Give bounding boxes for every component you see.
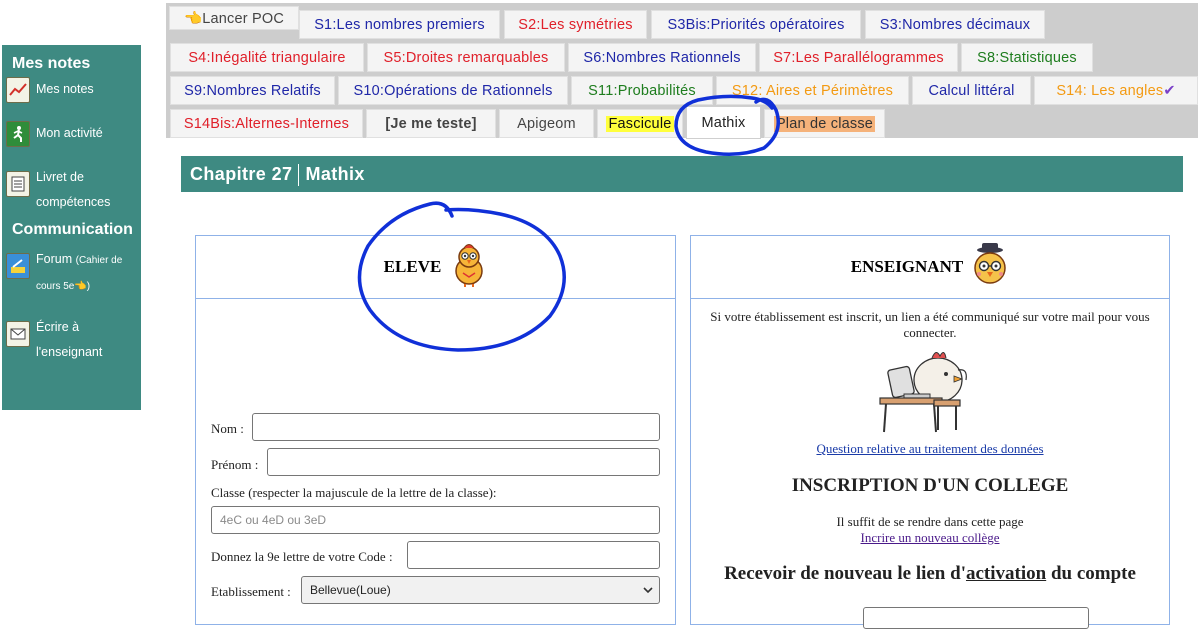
code-input[interactable] bbox=[407, 541, 660, 569]
tab-s4[interactable]: S4:Inégalité triangulaire bbox=[170, 43, 364, 72]
tab-s14[interactable]: S14: Les angles✔ bbox=[1034, 76, 1198, 105]
classe-input[interactable]: 4eC ou 4eD ou 3eD bbox=[211, 506, 660, 534]
tab-s3[interactable]: S3:Nombres décimaux bbox=[865, 10, 1045, 39]
tab-lancer-poc[interactable]: 👈Lancer POC bbox=[169, 6, 299, 30]
enseignant-panel: ENSEIGNANT Si votre établissement est in… bbox=[690, 235, 1170, 629]
eleve-header: ELEVE bbox=[196, 236, 675, 299]
tab-je-me-teste[interactable]: [Je me teste] bbox=[366, 109, 496, 138]
enseignant-title: ENSEIGNANT bbox=[850, 257, 964, 276]
nom-input[interactable] bbox=[252, 413, 660, 441]
tab-s7[interactable]: S7:Les Parallélogrammes bbox=[759, 43, 958, 72]
sidebar-item-label: Mon activité bbox=[36, 126, 103, 140]
sidebar-item-livret[interactable]: Livret de compétences bbox=[2, 165, 141, 215]
tab-s9[interactable]: S9:Nombres Relatifs bbox=[170, 76, 335, 105]
sidebar-item-label-line2: compétences bbox=[36, 195, 111, 209]
chapter-header: Chapitre 27 Mathix bbox=[181, 156, 1183, 192]
tab-s12[interactable]: S12: Aires et Périmètres bbox=[716, 76, 909, 105]
recevoir-activation: activation bbox=[965, 563, 1047, 584]
tab-s14bis[interactable]: S14Bis:Alternes-Internes bbox=[170, 109, 363, 138]
sidebar-item-label: Mes notes bbox=[36, 82, 94, 96]
sidebar-item-label-line1: Écrire à bbox=[36, 320, 80, 334]
chapter-name: Mathix bbox=[305, 164, 365, 184]
sidebar-item-ecrire[interactable]: Écrire à l'enseignant bbox=[2, 315, 141, 365]
enseignant-header: ENSEIGNANT bbox=[691, 236, 1169, 299]
prenom-input[interactable] bbox=[267, 448, 660, 476]
sidebar-item-forum[interactable]: Forum (Cahier de cours 5e👈) bbox=[2, 247, 141, 299]
eleve-title: ELEVE bbox=[383, 257, 442, 276]
chevron-down-icon bbox=[643, 577, 653, 603]
check-icon: ✔ bbox=[1163, 83, 1176, 99]
nom-label: Nom : bbox=[211, 421, 244, 436]
tab-s10[interactable]: S10:Opérations de Rationnels bbox=[338, 76, 568, 105]
tab-s8[interactable]: S8:Statistiques bbox=[961, 43, 1093, 72]
chart-icon bbox=[6, 77, 30, 103]
sidebar-item-mon-activite[interactable]: Mon activité bbox=[2, 121, 141, 147]
enseignant-intro-line1: Si votre établissement est inscrit, un l… bbox=[710, 309, 1150, 324]
booklet-icon bbox=[6, 171, 30, 197]
code-label: Donnez la 9e lettre de votre Code : bbox=[211, 549, 393, 564]
sidebar-section-mes-notes: Mes notes bbox=[12, 55, 91, 72]
tab-plan-de-classe[interactable]: Plan de classe bbox=[764, 109, 885, 138]
forum-extra-2: cours 5e👈) bbox=[36, 281, 91, 292]
forum-extra-1: (Cahier de bbox=[75, 255, 123, 266]
prenom-label: Prénom : bbox=[211, 457, 259, 472]
tab-apigeom[interactable]: Apigeom bbox=[499, 109, 594, 138]
tab-mathix[interactable]: Mathix bbox=[686, 106, 761, 139]
link-incrire-college[interactable]: Incrire un nouveau collège bbox=[861, 530, 1000, 545]
sidebar: Mes notes Mes notes Mon activité Livret … bbox=[2, 45, 141, 410]
tab-s5[interactable]: S5:Droites remarquables bbox=[367, 43, 565, 72]
suffit-text: Il suffit de se rendre dans cette page bbox=[836, 514, 1024, 529]
tab-calcul-litteral[interactable]: Calcul littéral bbox=[912, 76, 1031, 105]
classe-label: Classe (respecter la majuscule de la let… bbox=[211, 485, 497, 500]
inscription-title: INSCRIPTION D'UN COLLEGE bbox=[791, 475, 1069, 496]
chapter-number: Chapitre 27 bbox=[190, 164, 293, 184]
tab-s1[interactable]: S1:Les nombres premiers bbox=[299, 10, 500, 39]
sidebar-item-mes-notes[interactable]: Mes notes bbox=[2, 77, 141, 103]
forum-label: Forum bbox=[36, 252, 73, 266]
tab-fascicule[interactable]: Fascicule bbox=[597, 109, 683, 138]
chicken-laptop-illustration bbox=[876, 340, 976, 441]
teacher-chick-icon bbox=[971, 242, 1009, 292]
enseignant-intro-line2: connecter. bbox=[903, 325, 957, 340]
recevoir-input[interactable] bbox=[863, 607, 1089, 629]
tab-s11[interactable]: S11:Probabilités bbox=[571, 76, 713, 105]
etablissement-value: Bellevue(Loue) bbox=[310, 583, 391, 597]
recevoir-title: Recevoir de nouveau le lien d'activation… bbox=[691, 563, 1169, 585]
tab-s2[interactable]: S2:Les symétries bbox=[504, 10, 647, 39]
recevoir-pre: Recevoir de nouveau le lien d' bbox=[724, 563, 966, 584]
chapter-tabs: 👈Lancer POC S1:Les nombres premiers S2:L… bbox=[166, 3, 1198, 139]
etablissement-select[interactable]: Bellevue(Loue) bbox=[301, 576, 660, 604]
tab-s6[interactable]: S6:Nombres Rationnels bbox=[568, 43, 756, 72]
tab-plan-de-classe-label: Plan de classe bbox=[773, 116, 876, 132]
tab-s3bis[interactable]: S3Bis:Priorités opératoires bbox=[651, 10, 861, 39]
tab-s14-label: S14: Les angles bbox=[1056, 83, 1164, 99]
recevoir-post: du compte bbox=[1046, 563, 1136, 584]
chapter-separator bbox=[298, 164, 300, 187]
etablissement-label: Etablissement : bbox=[211, 584, 291, 599]
chick-icon bbox=[451, 243, 487, 292]
sidebar-item-label-line1: Livret de bbox=[36, 170, 84, 184]
tab-fascicule-label: Fascicule bbox=[606, 116, 674, 132]
enseignant-intro: Si votre établissement est inscrit, un l… bbox=[691, 309, 1169, 341]
envelope-icon bbox=[6, 321, 30, 347]
eleve-panel: ELEVE Nom : Prénom : Classe (respecter l… bbox=[195, 235, 676, 625]
sidebar-item-label-line2: l'enseignant bbox=[36, 345, 103, 359]
link-question-donnees[interactable]: Question relative au traitement des donn… bbox=[816, 441, 1043, 456]
forum-icon bbox=[6, 253, 30, 279]
sidebar-section-communication: Communication bbox=[12, 221, 133, 238]
running-man-icon bbox=[6, 121, 30, 147]
